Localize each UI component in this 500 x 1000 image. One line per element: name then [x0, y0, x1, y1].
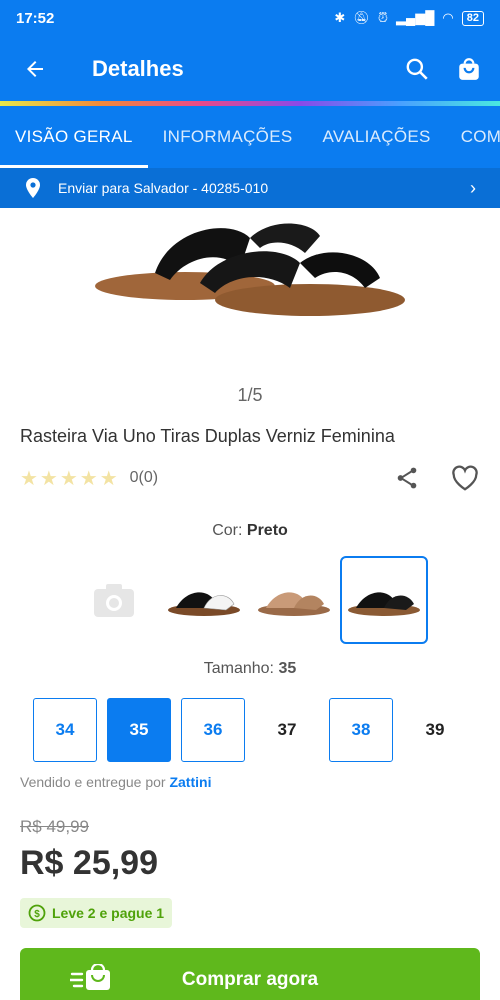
color-thumb-placeholder[interactable] — [70, 556, 158, 644]
seller-link[interactable]: Zattini — [169, 774, 211, 790]
size-option-35[interactable]: 35 — [107, 698, 171, 762]
promo-badge: $ Leve 2 e pague 1 — [20, 898, 173, 928]
chevron-right-icon: › — [470, 177, 476, 198]
page-title: Detalhes — [92, 56, 184, 81]
shipping-location-bar[interactable]: Enviar para Salvador - 40285-010 › — [0, 168, 500, 208]
size-value: 35 — [278, 660, 297, 677]
old-price: R$ 49,99 — [20, 817, 89, 836]
signal-icon: ▂▄▆█ — [395, 10, 435, 25]
size-options: 34 35 36 37 38 39 — [33, 698, 467, 762]
shipping-text: Enviar para Salvador - 40285-010 — [58, 180, 269, 196]
color-thumbnails — [70, 556, 428, 644]
color-label: Cor: Preto — [212, 522, 288, 539]
heart-icon[interactable] — [450, 464, 480, 492]
tab-comp[interactable]: COMP — [446, 106, 500, 168]
current-price: R$ 25,99 — [20, 844, 158, 882]
search-icon[interactable] — [404, 56, 430, 82]
shopping-bag-icon[interactable] — [456, 56, 482, 82]
size-option-39[interactable]: 39 — [403, 698, 467, 762]
product-image[interactable] — [0, 208, 500, 368]
fast-cart-icon — [70, 964, 110, 990]
back-button[interactable] — [0, 36, 70, 102]
arrow-left-icon — [27, 61, 43, 77]
seller-info: Vendido e entregue por Zattini — [20, 774, 212, 790]
size-option-38[interactable]: 38 — [329, 698, 393, 762]
tab-informacoes[interactable]: INFORMAÇÕES — [148, 106, 308, 168]
color-value: Preto — [246, 522, 288, 539]
tab-visao-geral[interactable]: VISÃO GERAL — [0, 106, 148, 168]
app-bar: Detalhes — [0, 36, 500, 102]
tab-avaliacoes[interactable]: AVALIAÇÕES — [308, 106, 446, 168]
color-thumb-brown[interactable] — [250, 556, 338, 644]
mute-icon: 🔕︎ — [353, 10, 370, 25]
status-bar: 17:52 ✱ 🔕︎ ⏰︎ ▂▄▆█ ◠ 82 — [0, 0, 500, 36]
discount-tag-icon: $ — [28, 904, 46, 922]
camera-icon — [94, 584, 134, 617]
rating-row: ★★★★★ 0(0) — [20, 462, 480, 494]
color-thumb-black-white[interactable] — [160, 556, 248, 644]
size-option-37[interactable]: 37 — [255, 698, 319, 762]
status-icons: ✱ 🔕︎ ⏰︎ ▂▄▆█ ◠ 82 — [334, 10, 484, 26]
sandal-image — [95, 223, 405, 316]
wifi-icon: ◠ — [442, 10, 454, 25]
alarm-icon: ⏰︎ — [377, 10, 388, 25]
size-option-36[interactable]: 36 — [181, 698, 245, 762]
bluetooth-icon: ✱ — [334, 10, 346, 25]
rating-count: 0(0) — [129, 469, 159, 486]
buy-now-button[interactable]: Comprar agora — [20, 948, 480, 1000]
svg-text:$: $ — [34, 909, 40, 920]
gallery-counter: 1/5 — [237, 385, 263, 405]
status-time: 17:52 — [16, 9, 55, 27]
product-name: Rasteira Via Uno Tiras Duplas Verniz Fem… — [20, 426, 395, 446]
location-pin-icon — [24, 177, 42, 199]
color-thumb-black-selected[interactable] — [340, 556, 428, 644]
size-option-34[interactable]: 34 — [33, 698, 97, 762]
buy-now-label: Comprar agora — [181, 969, 319, 990]
battery-icon: 82 — [461, 10, 484, 26]
rating-stars: ★★★★★ — [20, 467, 120, 490]
size-label: Tamanho: 35 — [203, 660, 297, 677]
share-icon[interactable] — [394, 465, 420, 491]
tab-bar: VISÃO GERAL INFORMAÇÕES AVALIAÇÕES COMP — [0, 106, 500, 168]
